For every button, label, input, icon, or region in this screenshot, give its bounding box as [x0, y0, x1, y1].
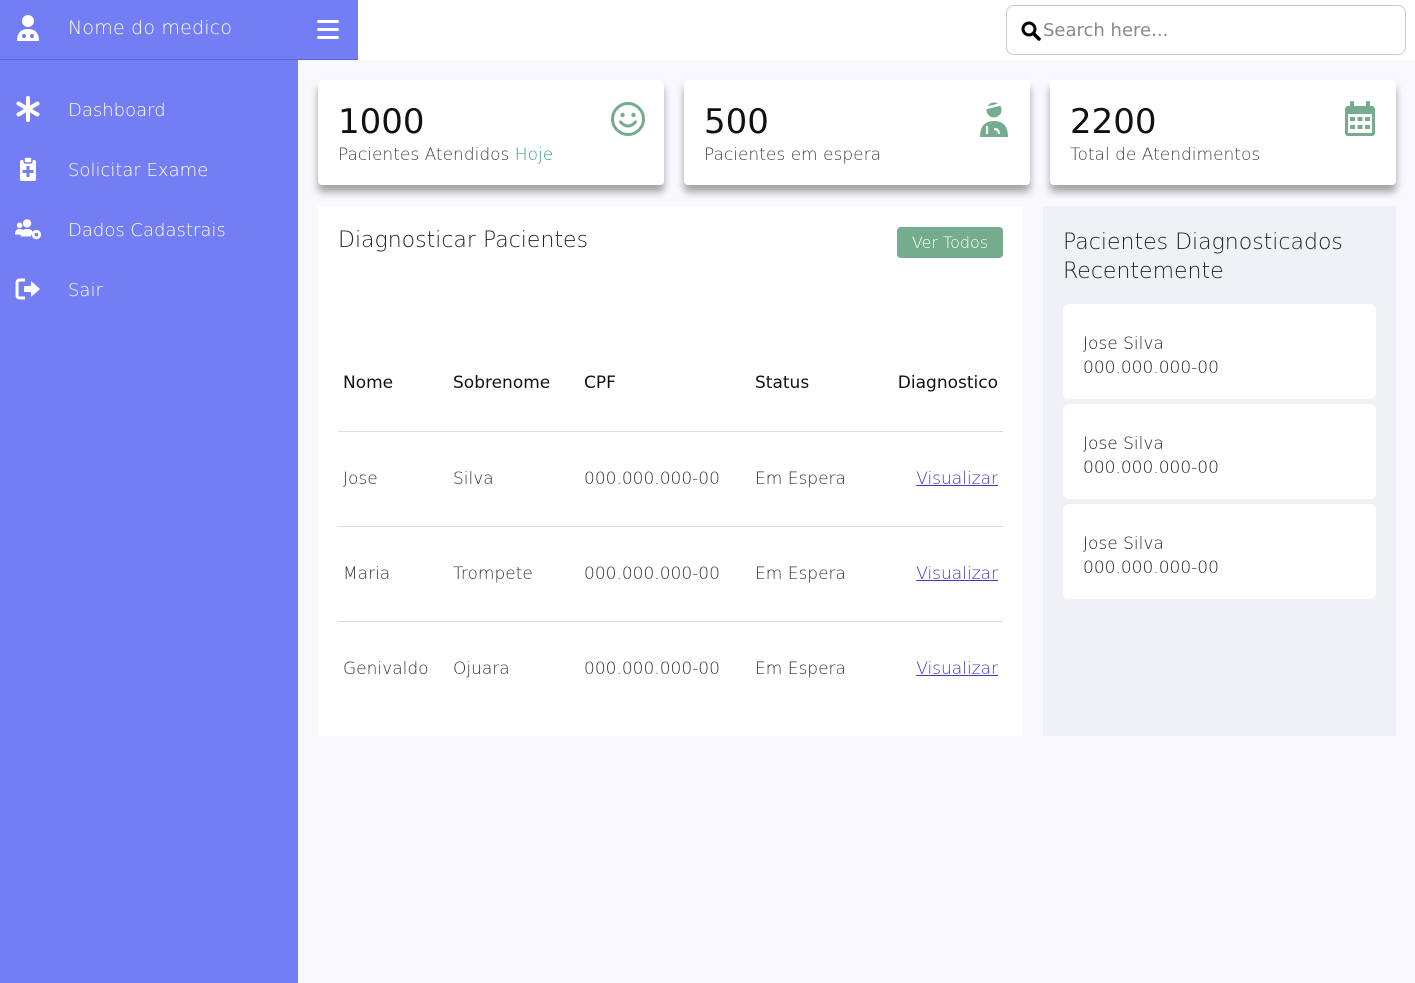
patient-name: Jose Silva	[1083, 334, 1164, 354]
sidebar-item-sair[interactable]: Sair	[0, 260, 298, 320]
stat-card-espera: 500 Pacientes em espera	[684, 80, 1030, 185]
cell-sobrenome: Trompete	[448, 526, 579, 622]
sidebar-item-label: Dashboard	[68, 100, 166, 121]
patients-table: Nome Sobrenome CPF Status Diagnostico Jo…	[338, 336, 1003, 716]
recent-patients-panel: Pacientes Diagnosticados Recentemente Jo…	[1043, 206, 1396, 736]
patient-cpf: 000.000.000-00	[1083, 558, 1219, 578]
hamburger-line	[317, 20, 339, 23]
menu-toggle-button[interactable]	[317, 20, 339, 40]
cell-status: Em Espera	[755, 658, 846, 679]
list-item[interactable]: Jose Silva 000.000.000-00	[1063, 404, 1376, 499]
doctor-icon	[17, 15, 39, 41]
cell-cpf: 000.000.000-00	[584, 658, 720, 679]
stat-card-atendidos: 1000 Pacientes Atendidos Hoje	[318, 80, 664, 185]
list-item[interactable]: Jose Silva 000.000.000-00	[1063, 304, 1376, 399]
list-item[interactable]: Jose Silva 000.000.000-00	[1063, 504, 1376, 599]
stat-label: Pacientes Atendidos Hoje	[338, 145, 553, 165]
patient-cpf: 000.000.000-00	[1083, 458, 1219, 478]
sidebar-item-solicitar-exame[interactable]: Solicitar Exame	[0, 140, 298, 200]
cell-cpf: 000.000.000-00	[579, 526, 750, 622]
sign-out-icon	[15, 278, 40, 300]
sidebar-item-label: Sair	[68, 280, 103, 301]
cell-nome: Jose	[338, 431, 448, 527]
stat-number: 500	[704, 102, 769, 142]
panel-title: Diagnosticar Pacientes	[338, 228, 589, 253]
column-header: Diagnostico	[882, 336, 1003, 432]
stat-label: Total de Atendimentos	[1070, 145, 1261, 165]
diagnosticar-panel: Diagnosticar Pacientes Ver Todos Nome So…	[318, 206, 1023, 736]
users-cog-icon	[14, 219, 42, 240]
cell-diagnostico: Visualizar	[882, 431, 1003, 527]
column-header: Nome	[338, 336, 448, 432]
table-row: Jose Silva 000.000.000-00 Em Espera Visu…	[338, 431, 1003, 527]
recent-patients-list: Jose Silva 000.000.000-00 Jose Silva 000…	[1063, 304, 1376, 604]
smile-icon	[611, 102, 645, 136]
cell-sobrenome: Ojuara	[453, 658, 510, 679]
doctor-name: Nome do medico	[68, 17, 233, 39]
cell-diagnostico: Visualizar	[882, 621, 1003, 716]
clipboard-plus-icon	[20, 156, 36, 181]
visualizar-link[interactable]: Visualizar	[916, 564, 998, 584]
ver-todos-button[interactable]: Ver Todos	[897, 227, 1003, 258]
table-header-row: Nome Sobrenome CPF Status Diagnostico	[338, 336, 1003, 432]
hamburger-line	[317, 28, 339, 31]
sidebar-item-label: Dados Cadastrais	[68, 220, 226, 241]
column-header: CPF	[579, 336, 750, 432]
cell-nome: Maria	[338, 526, 448, 622]
cell-diagnostico: Visualizar	[882, 526, 1003, 622]
patient-cpf: 000.000.000-00	[1083, 358, 1219, 378]
table-row: Genivaldo Ojuara 000.000.000-00 Em Esper…	[338, 621, 1003, 716]
stat-label: Pacientes em espera	[704, 145, 881, 165]
stat-number: 1000	[338, 102, 425, 142]
table-row: Maria Trompete 000.000.000-00 Em Espera …	[338, 526, 1003, 622]
sidebar-brand: Nome do medico	[0, 0, 358, 60]
column-header: Status	[750, 336, 882, 432]
cell-sobrenome: Silva	[448, 431, 579, 527]
cell-status: Em Espera	[750, 431, 882, 527]
cell-cpf: 000.000.000-00	[579, 431, 750, 527]
calendar-icon	[1345, 101, 1375, 136]
cell-nome: Genivaldo	[343, 658, 429, 679]
visualizar-link[interactable]: Visualizar	[916, 469, 998, 489]
visualizar-link[interactable]: Visualizar	[916, 659, 998, 679]
panel-title: Pacientes Diagnosticados Recentemente	[1063, 230, 1343, 284]
sidebar-item-label: Solicitar Exame	[68, 160, 209, 181]
stat-label-text: Pacientes Atendidos	[338, 145, 510, 165]
stat-number: 2200	[1070, 102, 1157, 142]
user-injured-icon	[980, 102, 1008, 137]
stat-card-total: 2200 Total de Atendimentos	[1050, 80, 1396, 185]
sidebar: Dashboard Solicitar Exame Dados Cadastra…	[0, 0, 298, 983]
patient-name: Jose Silva	[1083, 534, 1164, 554]
sidebar-item-dashboard[interactable]: Dashboard	[0, 80, 298, 140]
column-header: Sobrenome	[448, 336, 579, 432]
patient-name: Jose Silva	[1083, 434, 1164, 454]
asterisk-icon	[16, 96, 40, 122]
hamburger-line	[317, 36, 339, 39]
sidebar-item-dados-cadastrais[interactable]: Dados Cadastrais	[0, 200, 298, 260]
search-icon	[1021, 21, 1041, 41]
search-input[interactable]	[1043, 16, 1393, 44]
search-box[interactable]	[1006, 5, 1406, 55]
sidebar-nav: Dashboard Solicitar Exame Dados Cadastra…	[0, 80, 298, 320]
stat-label-highlight: Hoje	[514, 145, 554, 165]
cell-status: Em Espera	[750, 526, 882, 622]
